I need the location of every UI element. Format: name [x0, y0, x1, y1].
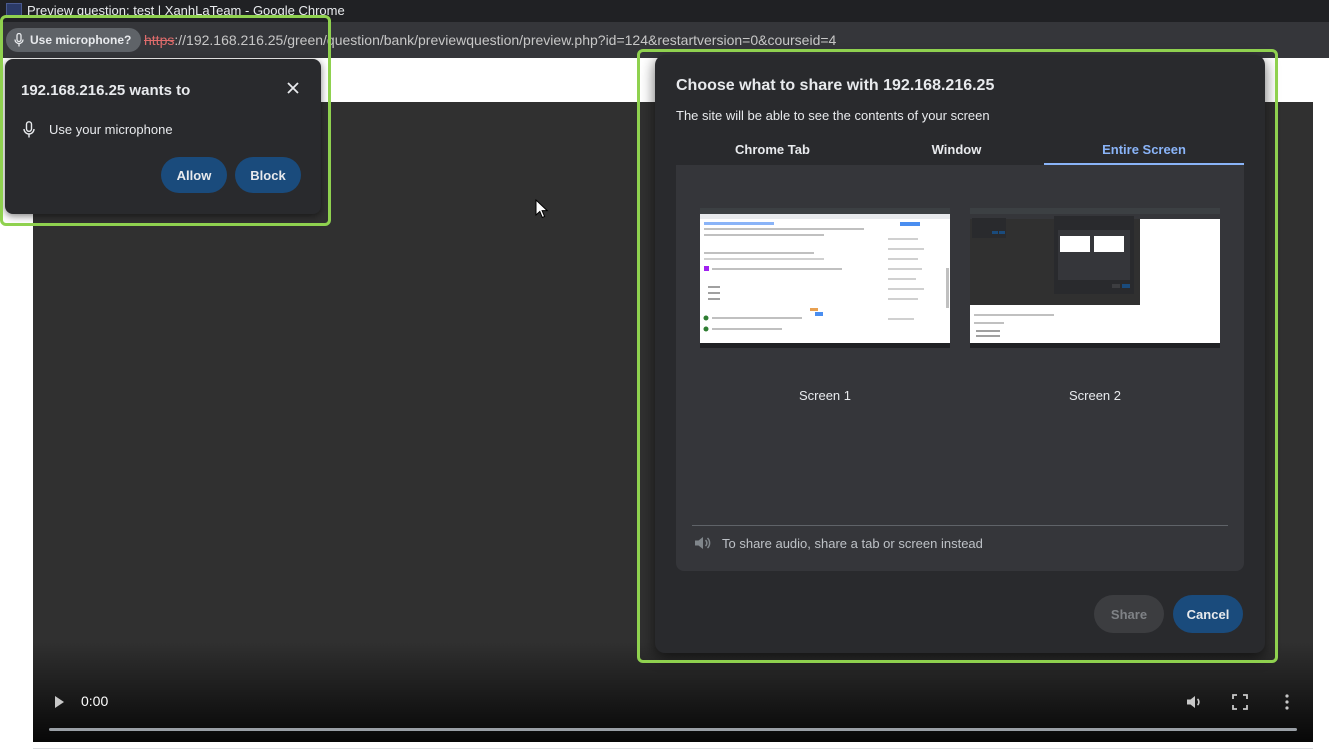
volume-icon[interactable]	[1185, 693, 1203, 711]
block-button[interactable]: Block	[235, 157, 301, 193]
permission-microphone-row: Use your microphone	[23, 121, 173, 138]
tab-entire-screen[interactable]: Entire Screen	[1044, 135, 1244, 165]
microphone-permission-prompt: 192.168.216.25 wants to Use your microph…	[5, 59, 321, 214]
share-dialog-subtext: The site will be able to see the content…	[676, 108, 990, 123]
allow-button[interactable]: Allow	[161, 157, 227, 193]
video-seekbar[interactable]	[49, 728, 1297, 731]
video-controls: 0:00	[33, 682, 1313, 742]
close-icon[interactable]	[284, 79, 302, 97]
mouse-cursor-icon	[535, 199, 549, 219]
screen-1-preview-image	[700, 208, 950, 348]
window-titlebar: Preview question: test | XanhLaTeam - Go…	[0, 0, 1329, 22]
permission-heading: 192.168.216.25 wants to	[21, 82, 191, 99]
tab-chrome-tab[interactable]: Chrome Tab	[676, 135, 869, 165]
mic-chip-label: Use microphone?	[30, 33, 132, 47]
microphone-icon	[14, 33, 24, 47]
microphone-icon	[23, 121, 35, 138]
address-bar: Use microphone? https://192.168.216.25/g…	[0, 22, 1329, 58]
speaker-icon	[695, 537, 711, 549]
app-icon	[6, 3, 22, 17]
panel-divider	[692, 525, 1228, 526]
cancel-button[interactable]: Cancel	[1173, 595, 1243, 633]
screen-2-preview-image	[970, 208, 1220, 348]
url-scheme: https	[144, 32, 175, 48]
audio-note: To share audio, share a tab or screen in…	[694, 535, 983, 551]
share-button[interactable]: Share	[1094, 595, 1164, 633]
screen-2-label: Screen 2	[1068, 388, 1122, 403]
share-dialog-heading: Choose what to share with 192.168.216.25	[676, 77, 995, 94]
more-options-icon[interactable]	[1279, 693, 1295, 711]
screen-share-dialog: Choose what to share with 192.168.216.25…	[655, 55, 1265, 653]
video-time: 0:00	[81, 693, 109, 709]
screen-selection-panel: Screen 1 Screen 2 To share audio, share …	[676, 165, 1244, 571]
permission-mic-label: Use your microphone	[49, 122, 173, 137]
window-title: Preview question: test | XanhLaTeam - Go…	[27, 3, 345, 18]
tab-window[interactable]: Window	[869, 135, 1044, 165]
play-icon[interactable]	[51, 694, 67, 710]
fullscreen-icon[interactable]	[1231, 693, 1249, 711]
page-divider	[33, 748, 1313, 749]
url-field[interactable]: https://192.168.216.25/green/question/ba…	[144, 22, 836, 58]
audio-note-text: To share audio, share a tab or screen in…	[722, 535, 983, 551]
screen-2-thumbnail[interactable]	[970, 208, 1220, 348]
screen-1-thumbnail[interactable]	[700, 208, 950, 348]
url-path: ://192.168.216.25/green/question/bank/pr…	[174, 32, 837, 48]
share-tabs: Chrome Tab Window Entire Screen	[676, 135, 1244, 165]
microphone-permission-chip[interactable]: Use microphone?	[6, 28, 142, 52]
screen-1-label: Screen 1	[798, 388, 852, 403]
